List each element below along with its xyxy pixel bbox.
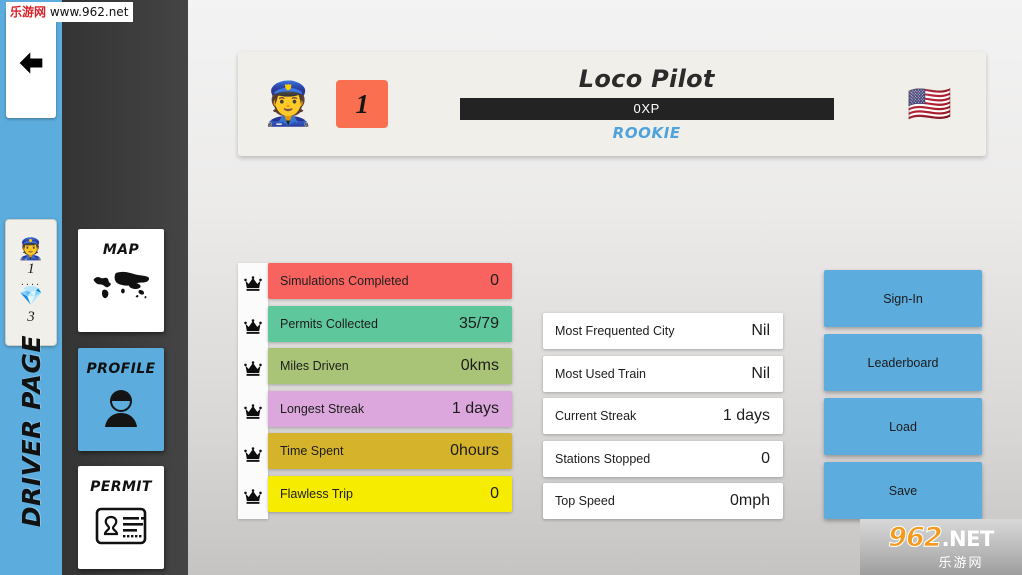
info-label: Most Used Train: [555, 366, 647, 381]
info-row: Top Speed 0mph: [543, 483, 783, 519]
info-value: 1 days: [722, 407, 770, 424]
crown-icon: [238, 348, 268, 391]
stat-value: 0: [490, 272, 499, 289]
save-button[interactable]: Save: [824, 462, 982, 519]
stat-value: 0: [490, 484, 499, 502]
back-button[interactable]: [6, 8, 56, 118]
info-label: Most Frequented City: [555, 324, 675, 338]
info-list: Most Frequented City Nil Most Used Train Ni…: [543, 313, 783, 526]
rank-label: ROOKIE: [612, 123, 681, 142]
tab-column: MAP PROFILE PERMIT: [62, 0, 188, 575]
stat-row: Simulations Completed 0: [268, 263, 512, 299]
info-row: Most Used Train Nil: [543, 355, 783, 392]
stat-label: Longest Streak: [280, 401, 365, 416]
stat-label: Permits Collected: [280, 316, 378, 331]
stat-label: Time Spent: [280, 444, 344, 459]
watermark-top-url: www.962.net: [46, 5, 129, 19]
stat-value: 1 days: [451, 399, 499, 417]
stat-row: Flawless Trip 0: [268, 475, 512, 512]
stat-value: 0kms: [460, 357, 499, 375]
gem-icon: 💎: [19, 286, 43, 308]
watermark-top: 乐游网 www.962.net: [6, 2, 134, 22]
info-label: Current Streak: [555, 409, 637, 423]
crown-icon: [238, 306, 268, 349]
watermark-top-cn: 乐游网: [10, 5, 47, 19]
id-card-icon: [95, 506, 147, 546]
xp-value: 0XP: [633, 101, 660, 117]
stat-row: Time Spent 0hours: [268, 433, 512, 470]
info-row: Stations Stopped 0: [543, 440, 783, 477]
country-flag-icon: 🇺🇸: [907, 83, 952, 124]
driver-badge-card[interactable]: 👮 1 .... 💎 3: [5, 219, 57, 346]
back-arrow-icon: [19, 52, 43, 74]
stat-label: Simulations Completed: [280, 274, 409, 288]
watermark-logo-sub: 乐游网: [938, 555, 984, 571]
stat-value: 0hours: [450, 442, 499, 460]
info-value: Nil: [751, 322, 770, 339]
left-rail: 👮 1 .... 💎 3 DRIVER PAGE: [0, 0, 62, 575]
watermark-logo: 962 .NET 乐游网: [860, 519, 1022, 575]
driver-page-screen: 👮 1 .... 💎 3 DRIVER PAGE MAP PROFILE PER…: [0, 0, 1022, 575]
tab-permit-label: PERMIT: [90, 479, 152, 495]
stats-list: Simulations Completed 0 Permits Collected 3…: [268, 263, 512, 519]
stat-row: Miles Driven 0kms: [268, 348, 512, 385]
tab-map-label: MAP: [102, 242, 140, 258]
crown-icon: [238, 433, 268, 476]
level-chip: 1: [336, 80, 389, 128]
crown-strip: [238, 263, 268, 519]
info-value: 0: [761, 449, 770, 467]
action-buttons: Sign-In Leaderboard Load Save: [824, 270, 982, 526]
crown-icon: [238, 263, 268, 306]
tab-map[interactable]: MAP: [78, 229, 164, 332]
page-title: DRIVER PAGE: [16, 334, 46, 528]
sign-in-button[interactable]: Sign-In: [824, 270, 982, 327]
info-row: Current Streak 1 days: [543, 398, 783, 434]
profile-header-card: 👮 1 Loco Pilot 0XP ROOKIE 🇺🇸: [238, 52, 986, 156]
info-value: 0mph: [729, 492, 770, 509]
stat-row: Longest Streak 1 days: [268, 390, 512, 427]
stats-panel: Simulations Completed 0 Permits Collected 3…: [238, 263, 512, 519]
crown-icon: [238, 476, 268, 519]
watermark-logo-net: .NET: [941, 526, 995, 551]
stat-value: 35/79: [458, 314, 499, 332]
tab-profile-label: PROFILE: [86, 361, 156, 377]
gem-count: 3: [27, 309, 35, 326]
stat-label: Flawless Trip: [280, 486, 353, 501]
stat-row: Permits Collected 35/79: [268, 305, 512, 342]
info-value: Nil: [751, 364, 770, 382]
driver-avatar-icon: 👮: [17, 238, 45, 262]
header-avatar-icon: 👮: [262, 80, 315, 127]
watermark-logo-row: 962 .NET: [888, 521, 995, 553]
tab-permit[interactable]: PERMIT: [78, 466, 164, 569]
load-button[interactable]: Load: [824, 398, 982, 455]
world-map-icon: [90, 269, 152, 303]
leaderboard-button[interactable]: Leaderboard: [824, 334, 982, 391]
person-icon: [99, 388, 143, 430]
info-label: Stations Stopped: [555, 451, 651, 466]
info-label: Top Speed: [555, 494, 615, 508]
watermark-logo-num: 962: [888, 521, 943, 553]
xp-bar: 0XP: [459, 97, 834, 120]
player-title: Loco Pilot: [578, 65, 715, 94]
tab-profile[interactable]: PROFILE: [78, 348, 164, 451]
stat-label: Miles Driven: [280, 359, 349, 374]
crown-icon: [238, 391, 268, 434]
header-center: Loco Pilot 0XP ROOKIE: [416, 65, 877, 142]
info-row: Most Frequented City Nil: [543, 313, 783, 349]
